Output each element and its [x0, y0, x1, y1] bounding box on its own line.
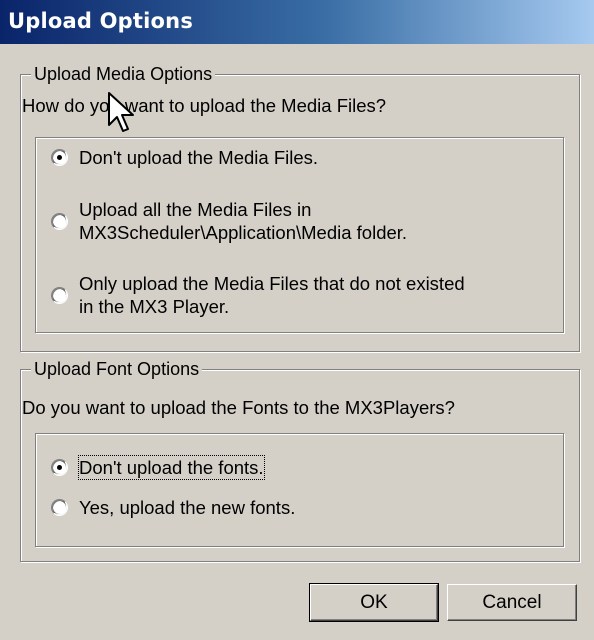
font-option-upload-new-radio[interactable]: [51, 499, 68, 516]
font-option-no-upload-radio[interactable]: [51, 459, 68, 476]
media-option-upload-all[interactable]: Upload all the Media Files in MX3Schedul…: [51, 198, 407, 244]
mouse-pointer-icon: [108, 92, 134, 132]
font-option-no-upload[interactable]: Don't upload the fonts.: [51, 455, 265, 480]
media-option-no-upload-label: Don't upload the Media Files.: [79, 147, 319, 168]
media-option-upload-missing-radio[interactable]: [51, 286, 68, 304]
font-options-box: [35, 433, 564, 547]
media-option-upload-all-radio[interactable]: [51, 212, 68, 230]
font-options-group-label: Upload Font Options: [31, 357, 203, 381]
cancel-button[interactable]: Cancel: [447, 584, 577, 621]
media-option-upload-all-label-line1: Upload all the Media Files in: [79, 199, 312, 220]
media-options-group-label: Upload Media Options: [31, 62, 216, 86]
media-option-no-upload[interactable]: Don't upload the Media Files.: [51, 146, 318, 169]
media-option-upload-missing-label-line2: in the MX3 Player.: [79, 296, 230, 317]
media-option-upload-missing-label-line1: Only upload the Media Files that do not …: [79, 273, 465, 294]
ok-button[interactable]: OK: [309, 583, 439, 622]
font-option-no-upload-label: Don't upload the fonts.: [78, 455, 265, 480]
window-title: Upload Options: [8, 9, 194, 33]
font-option-upload-new-label: Yes, upload the new fonts.: [79, 497, 296, 518]
title-bar[interactable]: Upload Options: [0, 0, 594, 44]
media-option-upload-missing[interactable]: Only upload the Media Files that do not …: [51, 272, 465, 318]
font-option-upload-new[interactable]: Yes, upload the new fonts.: [51, 496, 295, 519]
font-question: Do you want to upload the Fonts to the M…: [22, 397, 455, 418]
media-option-no-upload-radio[interactable]: [51, 149, 68, 166]
media-option-upload-all-label-line2: MX3Scheduler\Application\Media folder.: [79, 222, 408, 243]
media-question: How do you want to upload the Media File…: [22, 95, 387, 116]
